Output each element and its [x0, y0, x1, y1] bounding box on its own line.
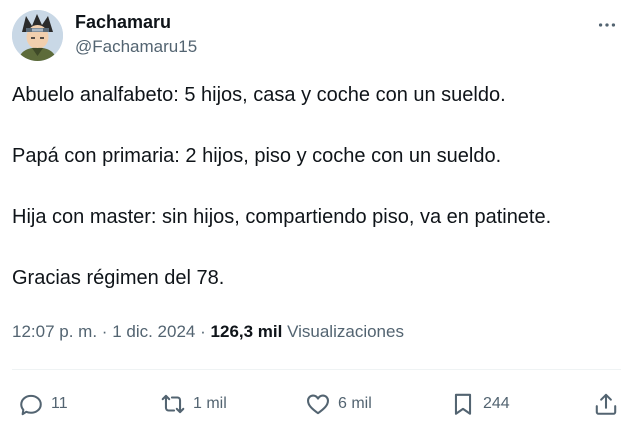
views-count: 126,3 mil — [210, 322, 283, 341]
reply-count: 11 — [51, 395, 68, 412]
bookmark-button[interactable]: 244 — [450, 384, 510, 424]
author-name[interactable]: Fachamaru — [75, 12, 171, 33]
bookmark-icon — [454, 393, 472, 415]
divider — [12, 369, 621, 370]
reply-button[interactable]: 11 — [18, 384, 68, 424]
tweet-line: Abuelo analfabeto: 5 hijos, casa y coche… — [12, 84, 506, 106]
action-bar: 11 1 mil 6 mil 244 — [0, 384, 633, 424]
repost-icon — [161, 394, 185, 414]
like-button[interactable]: 6 mil — [305, 384, 372, 424]
meta-separator: · — [101, 322, 108, 341]
author-handle[interactable]: @Fachamaru15 — [75, 37, 197, 57]
like-icon — [307, 394, 329, 415]
more-button[interactable] — [594, 12, 620, 38]
avatar-image — [12, 10, 63, 61]
tweet-text: Abuelo analfabeto: 5 hijos, casa y coche… — [12, 80, 622, 324]
share-button[interactable] — [593, 384, 619, 424]
tweet-line: Gracias régimen del 78. — [12, 267, 225, 289]
tweet: Fachamaru @Fachamaru15 Abuelo analfabeto… — [0, 0, 633, 441]
views-label: Visualizaciones — [287, 322, 404, 341]
meta-separator: · — [200, 322, 206, 341]
avatar[interactable] — [12, 10, 63, 61]
repost-count: 1 mil — [193, 395, 227, 412]
bookmark-count: 244 — [483, 395, 510, 412]
tweet-meta: 12:07 p. m. · 1 dic. 2024 · 126,3 mil Vi… — [12, 322, 404, 342]
repost-button[interactable]: 1 mil — [160, 384, 227, 424]
tweet-time[interactable]: 12:07 p. m. — [12, 322, 97, 341]
like-count: 6 mil — [338, 395, 372, 412]
share-icon — [595, 393, 617, 415]
tweet-date[interactable]: 1 dic. 2024 — [112, 322, 195, 341]
reply-icon — [20, 394, 42, 416]
tweet-line: Papá con primaria: 2 hijos, piso y coche… — [12, 145, 502, 167]
more-icon — [598, 23, 616, 27]
tweet-line: Hija con master: sin hijos, compartiendo… — [12, 206, 552, 228]
